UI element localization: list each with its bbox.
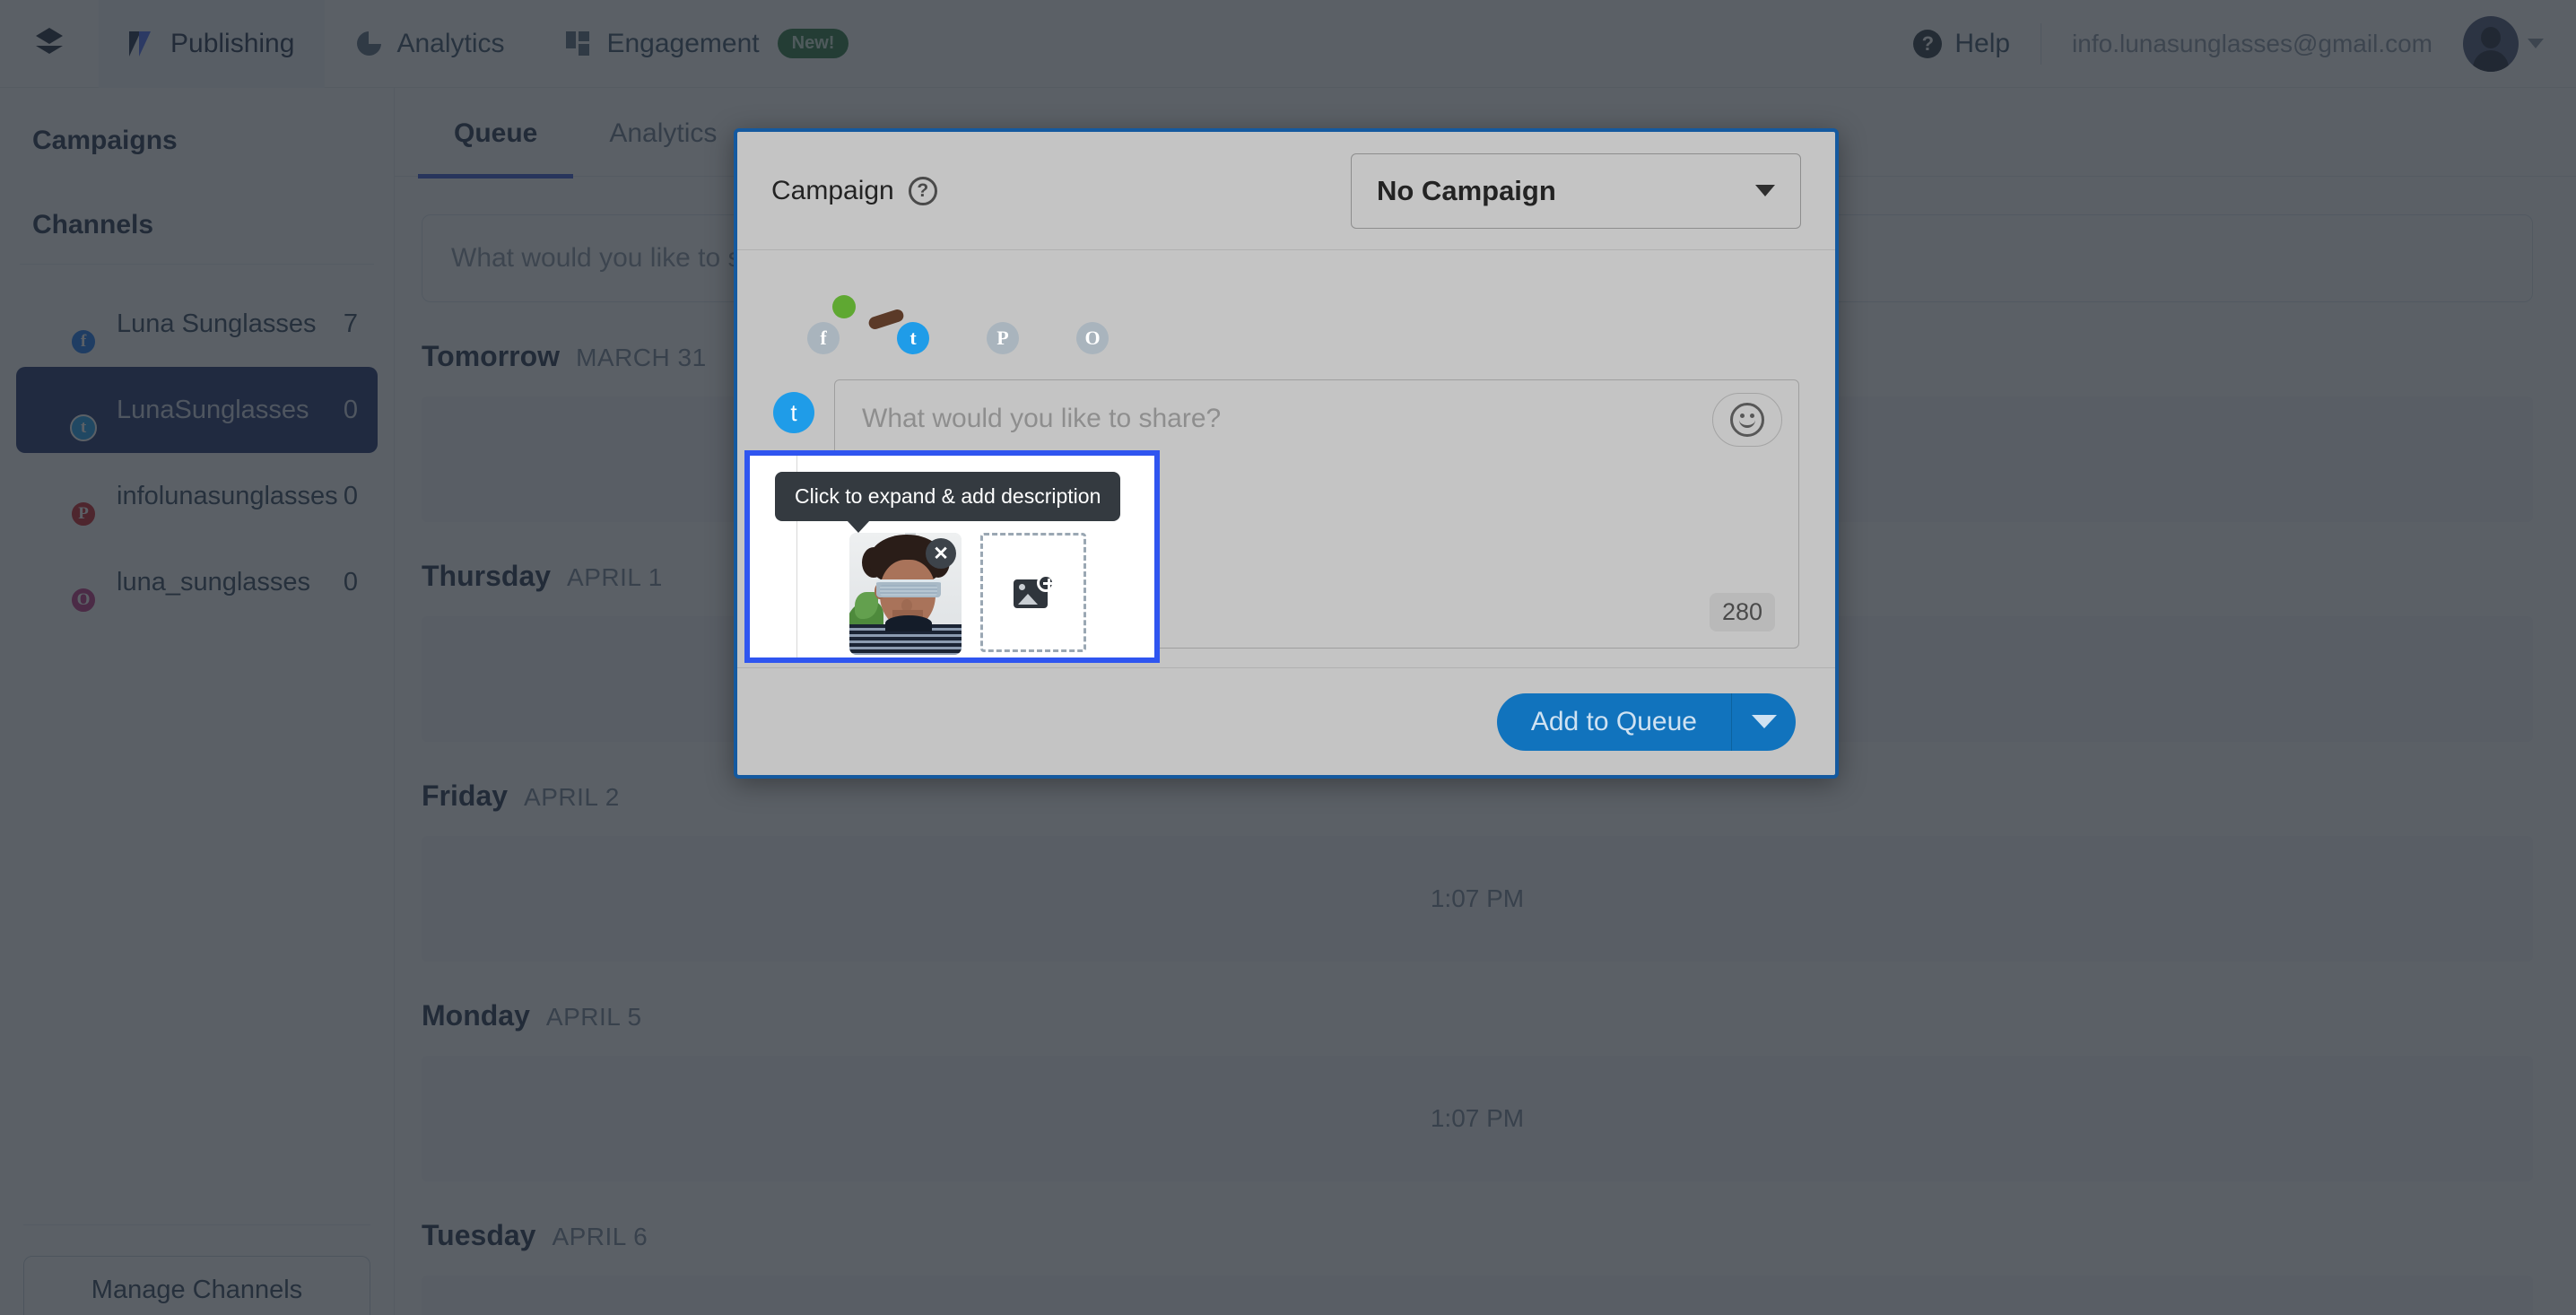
smiley-face-icon [1730,403,1764,437]
media-attachment-panel: Click to expand & add description ✕ [744,450,1160,663]
question-mark-icon[interactable]: ? [908,176,937,205]
add-to-queue-dropdown-button[interactable] [1731,692,1796,751]
campaign-select-value: No Campaign [1377,174,1556,206]
add-image-icon [1014,573,1055,610]
chevron-down-icon [1755,185,1775,196]
modal-composer-placeholder: What would you like to share? [862,404,1222,433]
profile-avatar-instagram[interactable]: O [1042,290,1109,354]
twitter-bird-icon: t [773,392,814,433]
campaign-label-group: Campaign ? [771,176,937,206]
add-media-button[interactable] [980,533,1086,652]
character-counter: 280 [1709,593,1775,631]
pinterest-icon: P [987,322,1019,354]
instagram-icon: O [1076,322,1109,354]
profile-avatar-twitter[interactable]: t [832,290,929,354]
modal-header: Campaign ? No Campaign [737,132,1835,250]
profile-avatar-facebook[interactable]: f [773,290,840,354]
add-to-queue-button-group[interactable]: Add to Queue [1496,692,1796,751]
modal-footer: Add to Queue [737,667,1835,775]
twitter-icon: t [897,322,929,354]
media-tooltip: Click to expand & add description [775,472,1121,533]
campaign-label: Campaign [771,175,894,205]
campaign-select[interactable]: No Campaign [1351,152,1801,229]
close-x-icon[interactable]: ✕ [926,538,956,569]
add-to-queue-button[interactable]: Add to Queue [1496,692,1731,751]
profile-selector: f t P O [737,250,1835,354]
chevron-down-icon [1751,715,1777,728]
media-thumbnail[interactable]: ✕ [849,533,962,655]
facebook-icon: f [807,322,840,354]
emoji-button[interactable] [1712,393,1782,447]
profile-avatar-pinterest[interactable]: P [953,290,1019,354]
